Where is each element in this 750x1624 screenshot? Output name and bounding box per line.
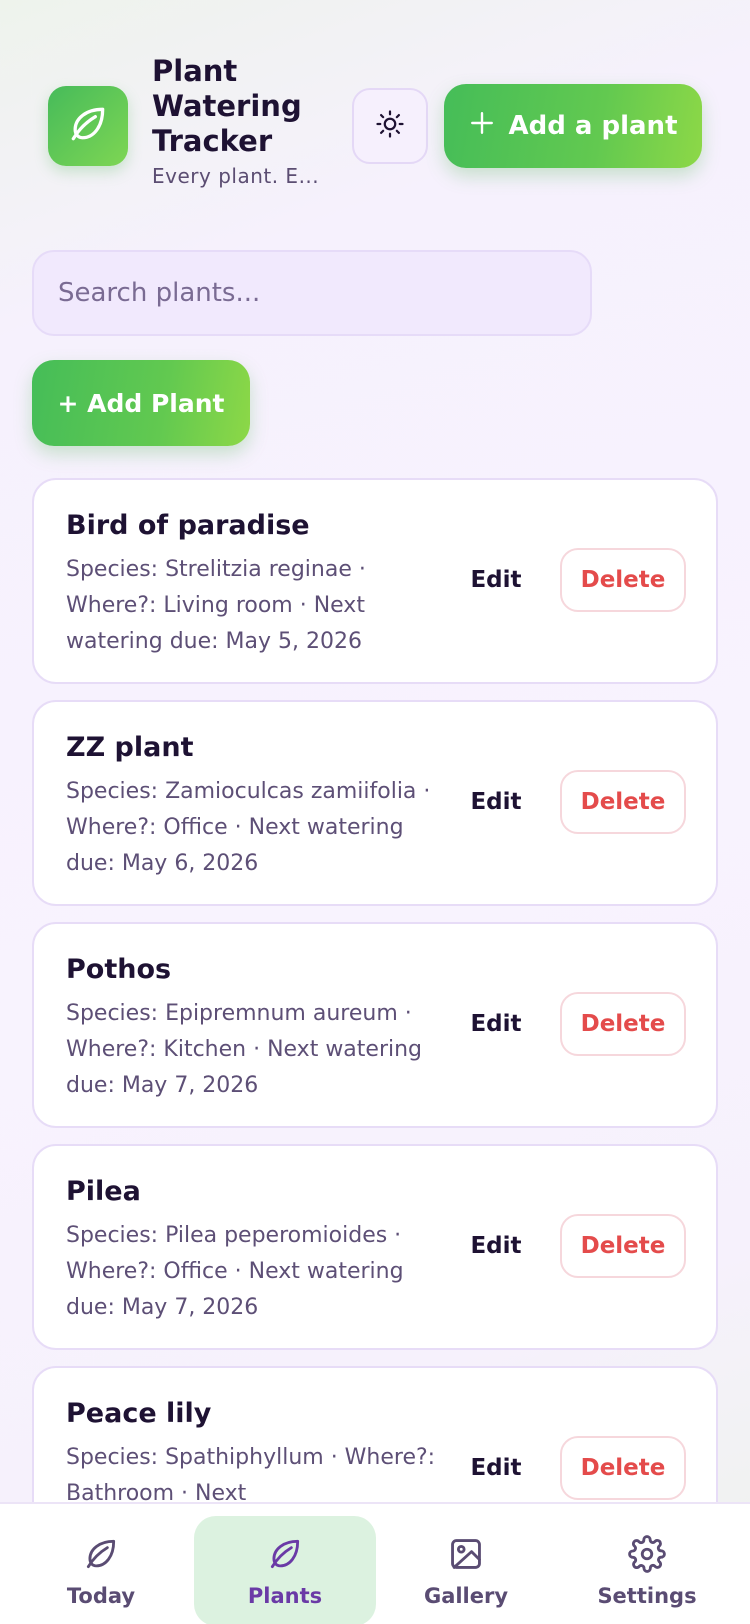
edit-button[interactable]: Edit [462,994,530,1054]
add-a-plant-label: Add a plant [508,111,678,141]
nav-tab-label: Plants [247,1584,323,1608]
plant-card: Peace lily Species: Spathiphyllum · Wher… [32,1366,718,1502]
app-title: Plant Watering Tracker [152,54,302,158]
nav-tab-label: Today [66,1584,136,1608]
bottom-nav: Today Plants Gallery Settings [0,1502,750,1624]
add-a-plant-button[interactable]: Add a plant [444,84,702,168]
nav-tab-today[interactable]: Today [10,1516,192,1624]
app-tagline: Every plant. E... [152,164,320,188]
plant-name: Pothos [66,954,172,985]
nav-tab-label: Settings [597,1584,697,1608]
edit-button[interactable]: Edit [462,1216,530,1276]
theme-toggle-button[interactable] [352,88,428,164]
search-input[interactable] [32,250,592,336]
edit-button[interactable]: Edit [462,1438,530,1498]
leaf-icon [265,1534,305,1574]
image-icon [446,1534,486,1574]
plant-name: Peace lily [66,1398,212,1429]
plant-details: Species: Epipremnum aureum · Where?: Kit… [66,1001,423,1098]
edit-button[interactable]: Edit [462,550,530,610]
plant-list: Bird of paradise Species: Strelitzia reg… [32,478,718,1502]
delete-button[interactable]: Delete [560,1214,686,1278]
nav-tab-label: Gallery [423,1584,509,1608]
nav-tab-settings[interactable]: Settings [556,1516,738,1624]
delete-button[interactable]: Delete [560,1436,686,1500]
nav-tab-gallery[interactable]: Gallery [375,1516,557,1624]
plant-details: Species: Strelitzia reginae · Where?: Li… [66,557,366,654]
leaf-icon [66,102,110,150]
plant-name: Pilea [66,1176,141,1207]
plant-details: Species: Pilea peperomioides · Where?: O… [66,1223,404,1320]
nav-tab-plants[interactable]: Plants [194,1516,376,1624]
plant-details: Species: Zamioculcas zamiifolia · Where?… [66,779,431,876]
plant-name: ZZ plant [66,732,194,763]
plant-card: Bird of paradise Species: Strelitzia reg… [32,478,718,684]
delete-button[interactable]: Delete [560,548,686,612]
app-logo [48,86,128,166]
edit-button[interactable]: Edit [462,772,530,832]
plant-name: Bird of paradise [66,510,310,541]
sun-icon [375,109,405,143]
delete-button[interactable]: Delete [560,770,686,834]
plant-card: ZZ plant Species: Zamioculcas zamiifolia… [32,700,718,906]
gear-icon [627,1534,667,1574]
plant-card: Pilea Species: Pilea peperomioides · Whe… [32,1144,718,1350]
plant-card: Pothos Species: Epipremnum aureum · Wher… [32,922,718,1128]
plant-details: Species: Spathiphyllum · Where?: Bathroo… [66,1445,436,1502]
add-plant-button[interactable]: + Add Plant [32,360,250,446]
leaf-icon [81,1534,121,1574]
plus-icon [469,110,495,143]
delete-button[interactable]: Delete [560,992,686,1056]
app-header: Plant Watering Tracker Every plant. E...… [0,0,750,220]
